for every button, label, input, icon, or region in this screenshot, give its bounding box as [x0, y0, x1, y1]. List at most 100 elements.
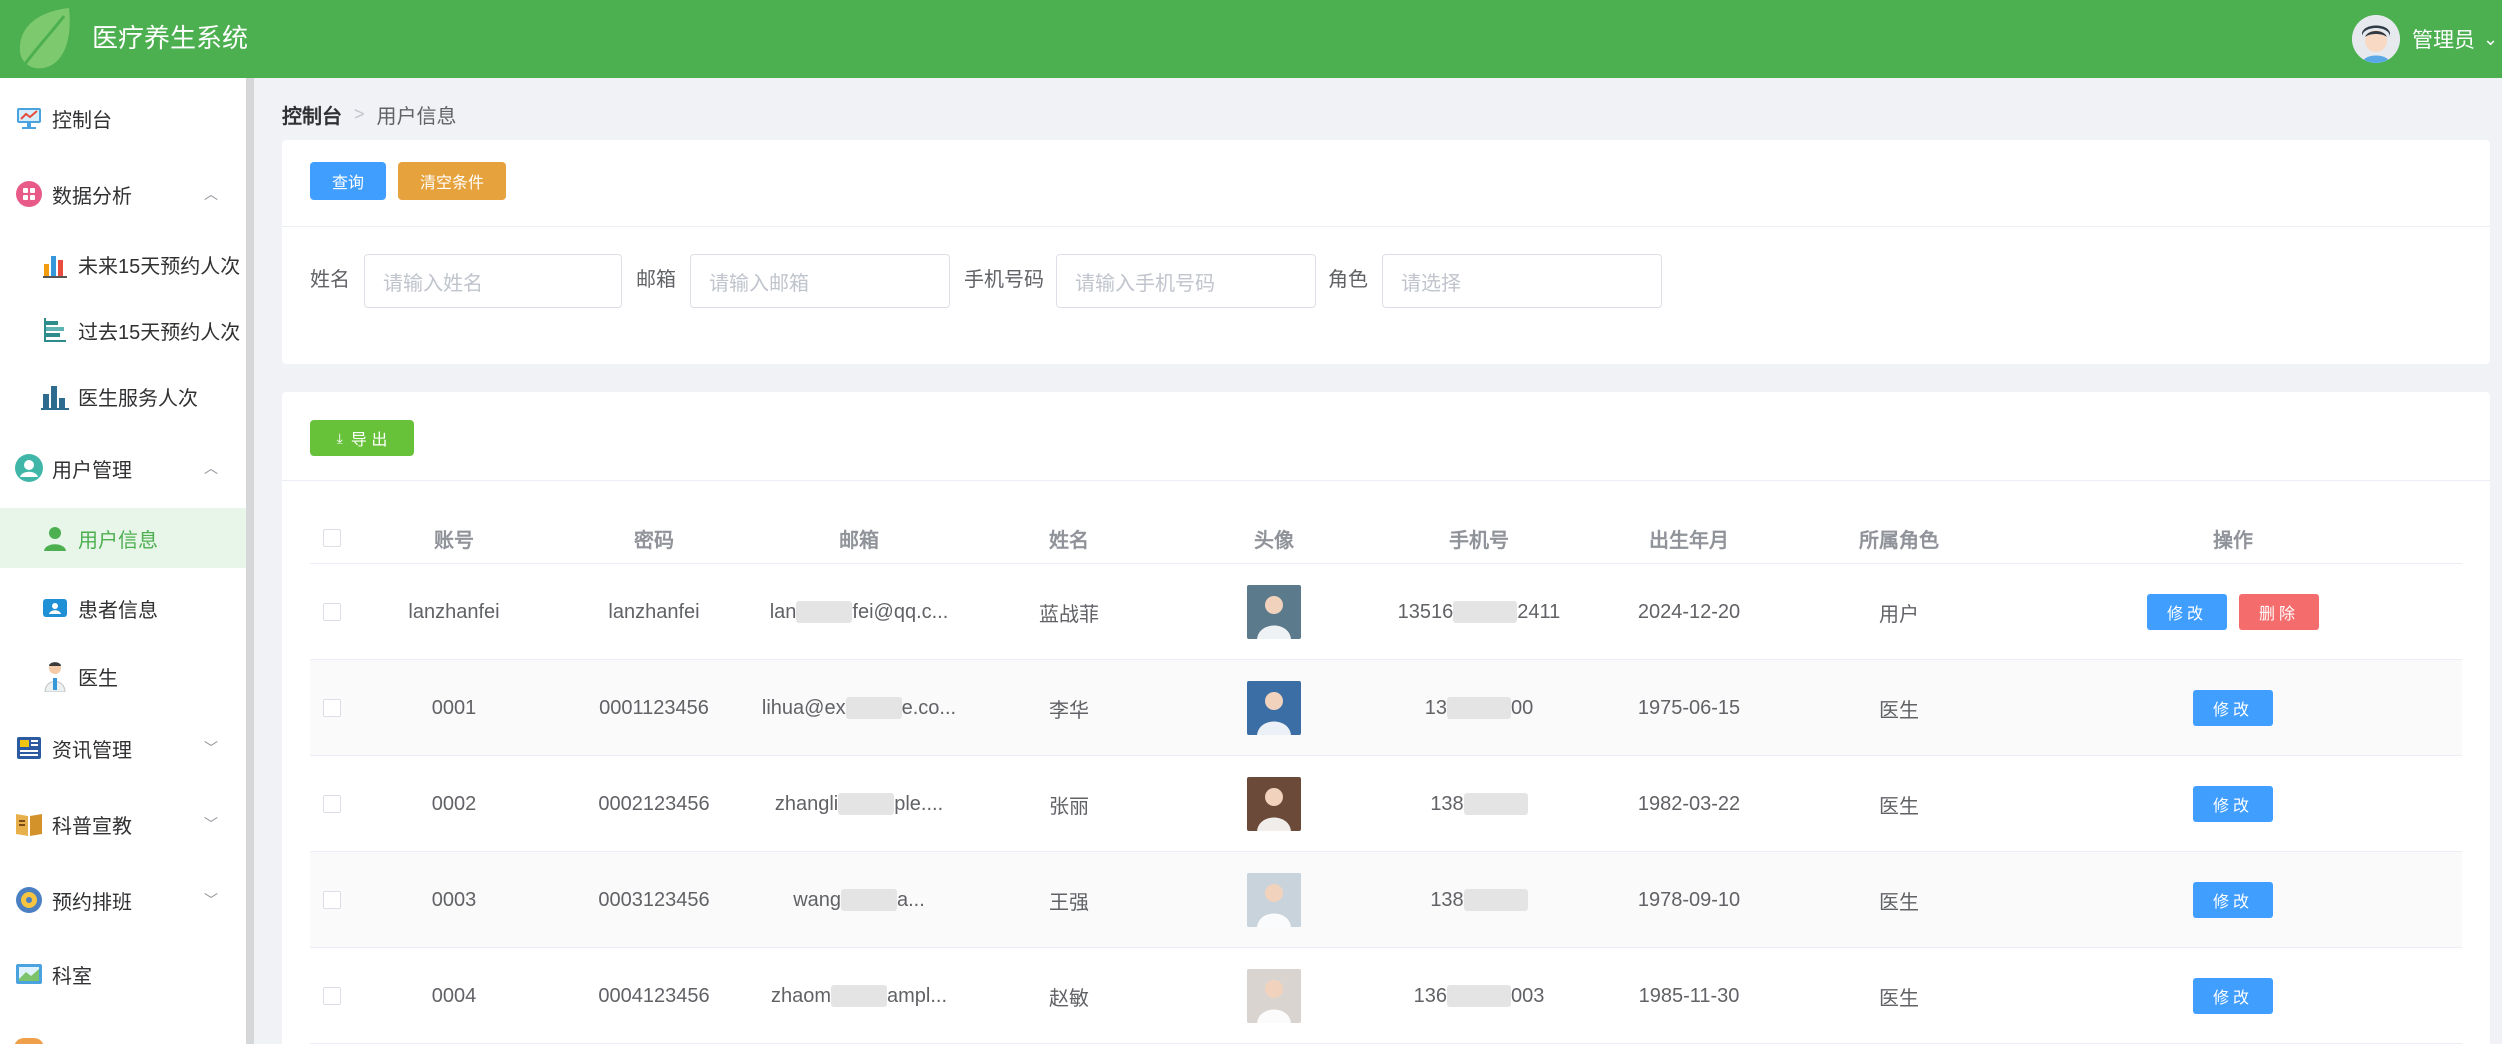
sidebar-item-past-15-days[interactable]: 过去15天预约人次 — [0, 300, 246, 360]
query-button[interactable]: 查询 — [310, 162, 386, 200]
table-row[interactable]: 0002 0002123456 zhangli ple.... 张丽 138 1982-03… — [310, 756, 2462, 852]
select-all-checkbox[interactable] — [323, 529, 341, 547]
row-checkbox[interactable] — [323, 603, 341, 621]
email-cell: zhangli ple.... — [754, 756, 964, 852]
row-checkbox[interactable] — [323, 987, 341, 1005]
column-header[interactable]: 手机号 — [1374, 512, 1584, 564]
role-cell: 医生 — [1794, 756, 2004, 852]
delete-button[interactable]: 删除 — [2239, 594, 2319, 630]
row-checkbox[interactable] — [323, 795, 341, 813]
email-text-end: ampl... — [887, 984, 948, 1007]
table-row[interactable]: 0001 0001123456 lihua@ex e.co... 李华 13 00 1975-… — [310, 660, 2462, 756]
sidebar-item-label: 医生 — [78, 667, 118, 690]
download-icon: ⤓ — [336, 429, 343, 446]
sidebar-item-label: 数据分析 — [52, 185, 132, 208]
password-cell: 0003123456 — [554, 852, 754, 948]
phone-text-start: 13 — [1424, 696, 1447, 719]
table-row[interactable]: 0004 0004123456 zhaom ampl... 赵敏 136 003 1985-1… — [310, 948, 2462, 1044]
account-cell: 0002 — [354, 756, 554, 852]
name-cell: 王强 — [964, 852, 1174, 948]
export-button[interactable]: ⤓ 导 出 — [310, 420, 414, 456]
birth-cell: 1975-06-15 — [1584, 660, 1794, 756]
password-text: 0004123456 — [598, 984, 710, 1007]
edit-button[interactable]: 修改 — [2193, 690, 2273, 726]
user-name: 管理员 — [2412, 29, 2475, 52]
redaction-mask — [831, 985, 887, 1007]
redaction-mask — [1463, 793, 1528, 815]
sidebar-item-label: 过去15天预约人次 — [78, 321, 241, 344]
name-input[interactable]: 请输入姓名 — [364, 254, 622, 308]
chevron-down-icon: ﹀ — [204, 816, 218, 832]
redaction-mask — [841, 889, 897, 911]
sidebar-item-news[interactable]: 资讯管理 ﹀ — [0, 718, 246, 778]
sidebar-scrollbar[interactable] — [246, 78, 254, 1044]
department-icon — [14, 959, 44, 989]
sidebar-item-science-education[interactable]: 科普宣教 ﹀ — [0, 794, 246, 854]
role-select[interactable]: 请选择 — [1382, 254, 1662, 308]
phone-text-end: 2411 — [1517, 600, 1561, 623]
column-header[interactable]: 账号 — [354, 512, 554, 564]
table-header: 账号 密码 邮箱 姓名 头像 手机号 出生年月 所属角色 操作 — [310, 512, 2462, 564]
account-text: 0004 — [431, 984, 477, 1007]
row-checkbox[interactable] — [323, 891, 341, 909]
birth-text: 1985-11-30 — [1638, 984, 1740, 1007]
account-text: 0001 — [431, 696, 477, 719]
email-input[interactable]: 请输入邮箱 — [690, 254, 950, 308]
role-text: 医生 — [1879, 987, 1919, 1010]
column-header[interactable]: 头像 — [1174, 512, 1374, 564]
divider — [282, 226, 2490, 227]
name-cell: 蓝战菲 — [964, 564, 1174, 660]
email-label: 邮箱 — [636, 269, 676, 291]
sidebar-item-schedule[interactable]: 预约排班 ﹀ — [0, 870, 246, 930]
phone-text-start: 138 — [1430, 792, 1464, 815]
role-text: 医生 — [1879, 699, 1919, 722]
sidebar-item-label: 患者信息 — [78, 599, 158, 622]
news-icon — [14, 733, 44, 763]
sidebar-item-doctor-service[interactable]: 医生服务人次 — [0, 366, 246, 426]
role-cell: 用户 — [1794, 564, 2004, 660]
sidebar-item-data-analysis[interactable]: 数据分析 ︿ — [0, 164, 246, 224]
sidebar-item-patient-info[interactable]: 患者信息 — [0, 578, 246, 638]
column-header[interactable]: 邮箱 — [754, 512, 964, 564]
email-text-start: wang — [793, 888, 841, 911]
table-row[interactable]: lanzhanfei lanzhanfei lan fei@qq.c... 蓝战菲 135… — [310, 564, 2462, 660]
edit-button[interactable]: 修改 — [2193, 978, 2273, 1014]
schedule-icon — [14, 885, 44, 915]
row-checkbox[interactable] — [323, 699, 341, 717]
sidebar-item-user-management[interactable]: 用户管理 ︿ — [0, 438, 246, 498]
avatar-cell — [1174, 852, 1374, 948]
email-text-start: zhaom — [770, 984, 831, 1007]
column-header[interactable]: 密码 — [554, 512, 754, 564]
row-select-cell — [310, 852, 354, 948]
breadcrumb-home[interactable]: 控制台 — [282, 100, 342, 129]
sidebar-item-future-15-days[interactable]: 未来15天预约人次 — [0, 234, 246, 294]
edit-button[interactable]: 修改 — [2147, 594, 2227, 630]
user-menu[interactable]: 管理员 ⌄ — [2352, 12, 2502, 66]
edit-button[interactable]: 修改 — [2193, 882, 2273, 918]
avatar — [1247, 585, 1301, 639]
actions-cell: 修改 — [2004, 660, 2462, 756]
sidebar-item-label: 科普宣教 — [52, 815, 132, 838]
role-label: 角色 — [1328, 269, 1368, 291]
table-row[interactable]: 0003 0003123456 wang a... 王强 138 1978-09-10 医生 修… — [310, 852, 2462, 948]
column-header[interactable]: 出生年月 — [1584, 512, 1794, 564]
role-text: 医生 — [1879, 795, 1919, 818]
breadcrumb: 控制台 > 用户信息 — [282, 100, 457, 129]
column-header[interactable]: 姓名 — [964, 512, 1174, 564]
password-cell: lanzhanfei — [554, 564, 754, 660]
clear-conditions-button[interactable]: 清空条件 — [398, 162, 506, 200]
phone-input[interactable]: 请输入手机号码 — [1056, 254, 1316, 308]
birth-cell: 2024-12-20 — [1584, 564, 1794, 660]
account-cell: lanzhanfei — [354, 564, 554, 660]
column-header[interactable]: 所属角色 — [1794, 512, 2004, 564]
sidebar-item-department[interactable]: 科室 — [0, 944, 246, 1004]
sidebar-item-user-info[interactable]: 用户信息 — [0, 508, 246, 568]
chevron-down-icon: ⌄ — [2483, 28, 2499, 49]
sidebar-item-dashboard[interactable]: 控制台 — [0, 88, 246, 148]
phone-cell: 138 — [1374, 852, 1584, 948]
phone-cell: 138 — [1374, 756, 1584, 852]
row-select-cell — [310, 564, 354, 660]
sidebar-item-doctor[interactable]: 医生 — [0, 646, 246, 706]
avatar-cell — [1174, 564, 1374, 660]
edit-button[interactable]: 修改 — [2193, 786, 2273, 822]
